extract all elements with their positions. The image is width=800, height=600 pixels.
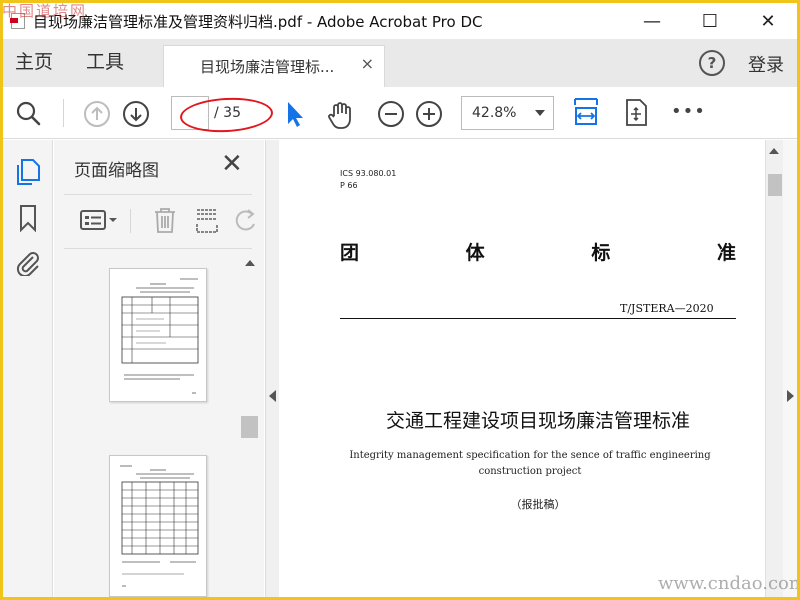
hand-tool-icon[interactable]	[326, 100, 356, 130]
document-scrollbar[interactable]	[765, 140, 783, 597]
toolbar-divider	[63, 99, 64, 127]
document-tab-label: 目现场廉洁管理标...	[200, 58, 335, 76]
page-thumbnail[interactable]	[109, 268, 207, 402]
draft-status: （报批稿）	[510, 498, 566, 511]
attachment-icon[interactable]	[15, 248, 41, 280]
scroll-up-arrow-icon[interactable]	[245, 260, 255, 266]
delete-page-icon[interactable]	[152, 206, 178, 238]
ics-code: ICS 93.080.01 P 66	[340, 168, 396, 192]
panel-toolbar-divider	[130, 209, 131, 233]
close-panel-button[interactable]: ✕	[221, 151, 243, 177]
insert-page-icon[interactable]	[194, 206, 220, 238]
tab-document[interactable]: 目现场廉洁管理标... ×	[163, 45, 385, 87]
zoom-level-value: 42.8%	[472, 105, 517, 121]
panel-divider	[64, 194, 252, 195]
tab-bar: 主页 工具 目现场廉洁管理标... × ? 登录	[3, 39, 797, 87]
watermark-top: 中国道培网	[2, 2, 88, 20]
fit-width-icon[interactable]	[573, 97, 599, 129]
zoom-in-icon[interactable]	[415, 100, 443, 128]
thumbnail-list: 15	[54, 250, 240, 597]
document-title-cn: 交通工程建设项目现场廉洁管理标准	[385, 410, 690, 432]
next-page-icon[interactable]	[122, 100, 150, 128]
page-thumbnails-icon[interactable]	[15, 158, 41, 190]
close-window-button[interactable]: ✕	[739, 3, 797, 39]
standard-type-heading: 团 体 标 准	[340, 238, 736, 265]
previous-page-icon[interactable]	[83, 100, 111, 128]
standard-code: T/JSTERA—2020	[620, 302, 714, 315]
standard-type-char: 准	[716, 242, 736, 264]
document-page: ICS 93.080.01 P 66 团 体 标 准 T/JSTERA—2020…	[280, 140, 765, 597]
right-pane-handle[interactable]	[783, 140, 797, 597]
tab-home[interactable]: 主页	[15, 39, 53, 87]
expand-right-arrow-icon[interactable]	[787, 390, 794, 402]
navigation-rail	[3, 140, 53, 597]
help-icon[interactable]: ?	[699, 50, 725, 76]
standard-type-char: 体	[465, 242, 485, 264]
panel-collapse-handle[interactable]	[265, 140, 279, 597]
panel-divider	[64, 248, 252, 249]
rotate-page-icon[interactable]	[234, 206, 258, 238]
panel-title: 页面缩略图	[74, 161, 159, 181]
app-window: 目现场廉洁管理标准及管理资料归档.pdf - Adobe Acrobat Pro…	[3, 3, 797, 597]
standard-type-char: 团	[340, 242, 360, 264]
zoom-out-icon[interactable]	[377, 100, 405, 128]
toolbar: / 35 42.8% •••	[3, 87, 797, 139]
page-thumbnails-panel: 页面缩略图 ✕	[54, 140, 264, 597]
scrollbar-thumb[interactable]	[241, 416, 258, 438]
collapse-left-arrow-icon[interactable]	[269, 390, 276, 402]
rotate-view-icon[interactable]	[623, 98, 649, 128]
document-viewer[interactable]: ICS 93.080.01 P 66 团 体 标 准 T/JSTERA—2020…	[280, 140, 765, 597]
minimize-button[interactable]: —	[623, 3, 681, 39]
window-controls: — ☐ ✕	[623, 3, 797, 39]
chevron-down-icon	[535, 110, 545, 116]
ics-number: ICS 93.080.01	[340, 169, 397, 178]
close-tab-button[interactable]: ×	[361, 54, 374, 73]
page-thumbnail[interactable]	[109, 455, 207, 597]
scroll-up-arrow-icon[interactable]	[769, 148, 779, 154]
window-title: 目现场廉洁管理标准及管理资料归档.pdf - Adobe Acrobat Pro…	[33, 12, 483, 31]
document-title-en: Integrity management specification for t…	[349, 450, 711, 477]
scrollbar-thumb[interactable]	[768, 174, 782, 196]
title-bar: 目现场廉洁管理标准及管理资料归档.pdf - Adobe Acrobat Pro…	[3, 3, 797, 39]
tab-tools[interactable]: 工具	[86, 39, 124, 87]
thumbnail-scrollbar[interactable]	[240, 256, 258, 597]
more-tools-icon[interactable]: •••	[671, 101, 706, 122]
watermark-bottom: www.cndao.com	[658, 573, 797, 594]
login-button[interactable]: 登录	[748, 51, 784, 77]
thumbnail-options-icon[interactable]	[79, 208, 119, 236]
bookmark-icon[interactable]	[18, 204, 38, 236]
heading-rule	[340, 318, 736, 319]
zoom-level-dropdown[interactable]: 42.8%	[461, 96, 554, 130]
p-code: P 66	[340, 181, 358, 190]
maximize-button[interactable]: ☐	[681, 3, 739, 39]
select-cursor-icon[interactable]	[285, 100, 305, 128]
search-icon[interactable]	[15, 100, 41, 126]
standard-type-char: 标	[591, 242, 611, 264]
